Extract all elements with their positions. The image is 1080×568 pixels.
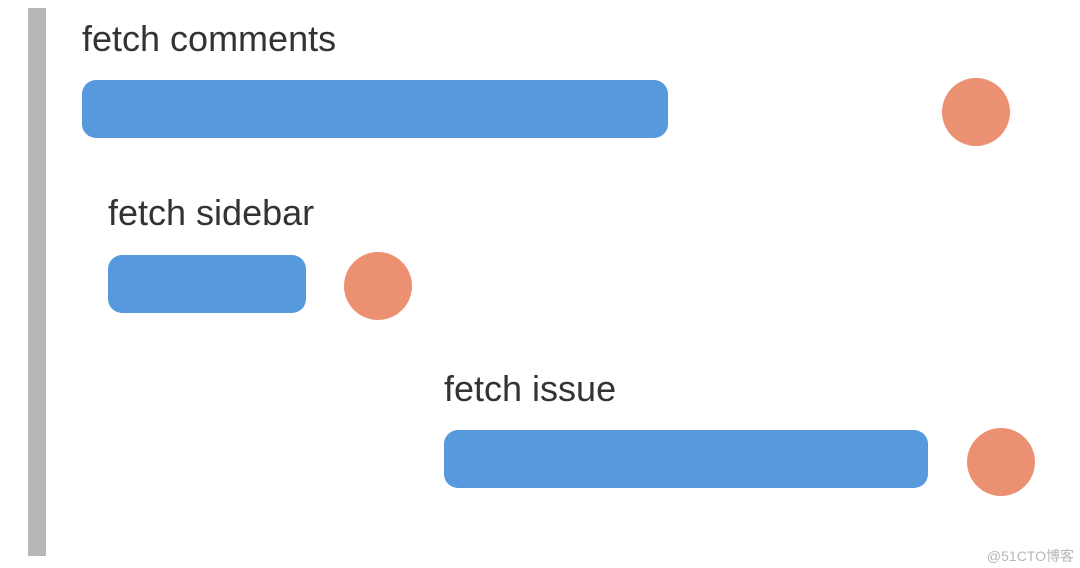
timeline-axis [28, 8, 46, 556]
row-dot-issue [967, 428, 1035, 496]
watermark-text: @51CTO博客 [987, 546, 1074, 566]
row-label-comments: fetch comments [82, 18, 336, 60]
row-label-issue: fetch issue [444, 368, 616, 410]
row-bar-sidebar [108, 255, 306, 313]
row-dot-sidebar [344, 252, 412, 320]
row-bar-comments [82, 80, 668, 138]
row-dot-comments [942, 78, 1010, 146]
row-label-sidebar: fetch sidebar [108, 192, 314, 234]
row-bar-issue [444, 430, 928, 488]
